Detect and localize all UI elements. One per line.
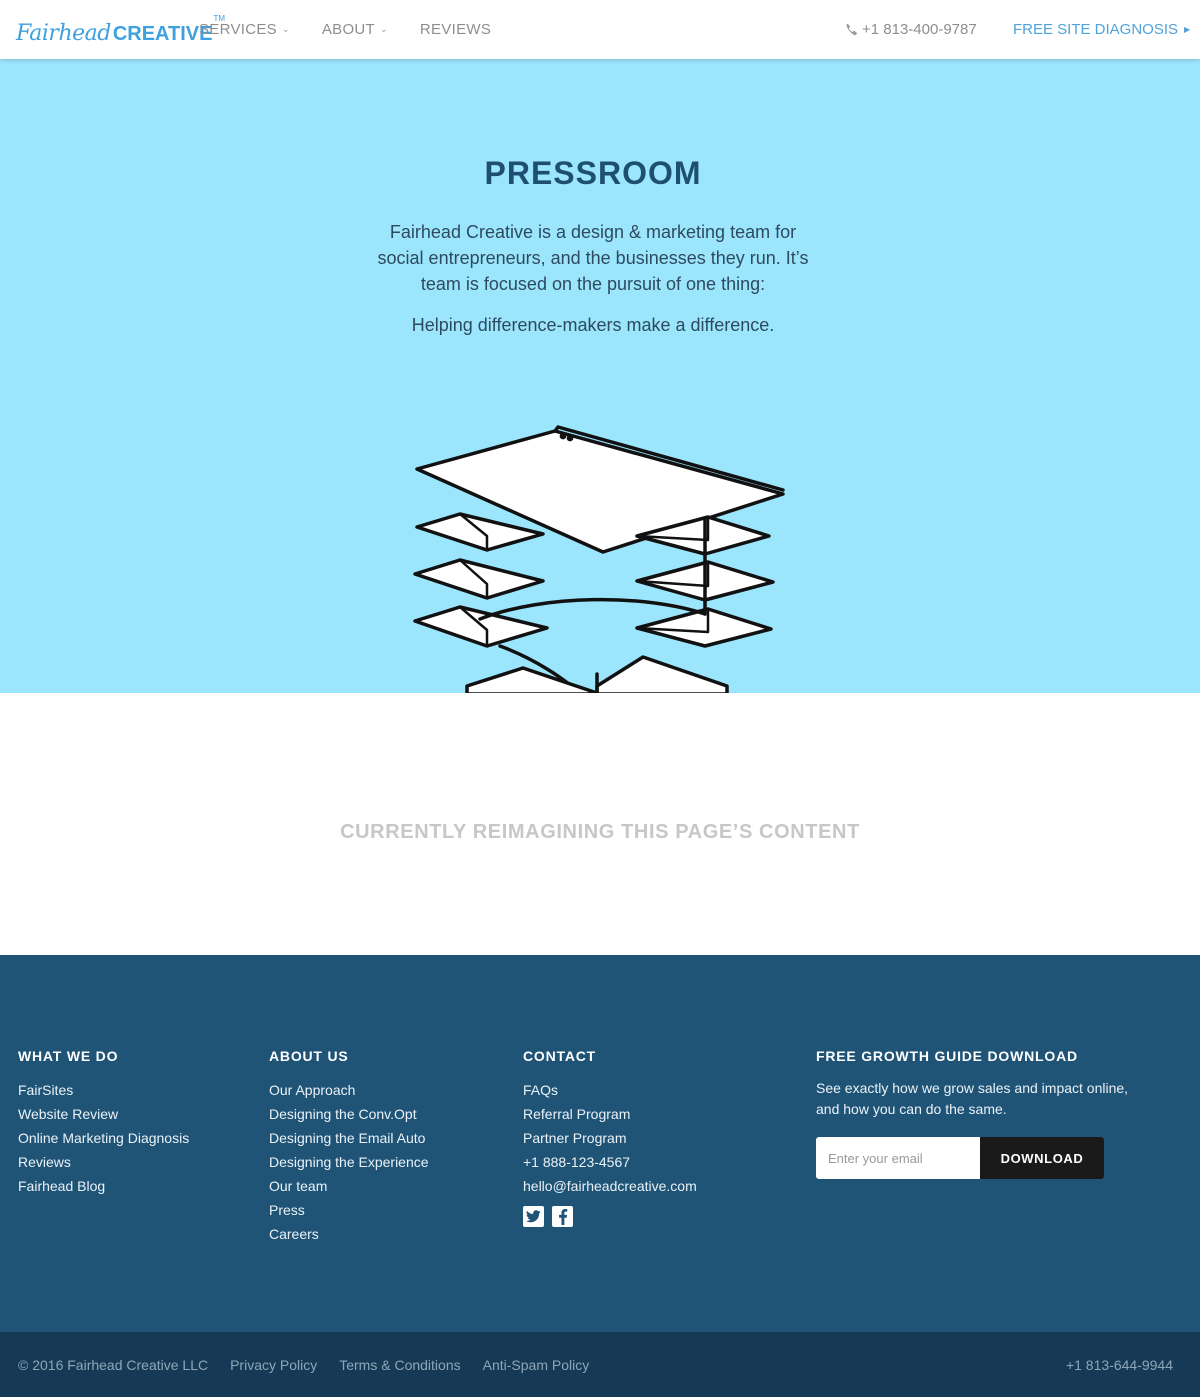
legal-links: © 2016 Fairhead Creative LLC Privacy Pol… — [18, 1332, 611, 1397]
social-links — [523, 1206, 697, 1227]
bottom-phone[interactable]: +1 813-644-9944 — [1066, 1332, 1173, 1397]
footer-link-press[interactable]: Press — [269, 1198, 429, 1222]
site-header: Fairhead CREATIVE TM SERVICES ⌄ ABOUT ⌄ … — [0, 0, 1200, 59]
email-field[interactable] — [816, 1137, 980, 1179]
footer-link-partner[interactable]: Partner Program — [523, 1126, 697, 1150]
footer-link-faqs[interactable]: FAQs — [523, 1078, 697, 1102]
hero-section: PRESSROOM Fairhead Creative is a design … — [0, 59, 1200, 693]
hero-description: Fairhead Creative is a design & marketin… — [377, 222, 809, 294]
free-site-diagnosis-link[interactable]: FREE SITE DIAGNOSIS ▶ — [1013, 0, 1190, 59]
footer-about-us: ABOUT US Our Approach Designing the Conv… — [269, 1048, 429, 1246]
nav-services[interactable]: SERVICES ⌄ — [199, 21, 290, 38]
envelopes-illustration — [413, 425, 785, 693]
footer-link-phone[interactable]: +1 888-123-4567 — [523, 1150, 697, 1174]
nav-about[interactable]: ABOUT ⌄ — [322, 21, 388, 38]
footer-growth-guide: FREE GROWTH GUIDE DOWNLOAD See exactly h… — [816, 1048, 1136, 1179]
phone-icon — [846, 23, 858, 36]
page-title: PRESSROOM — [484, 155, 702, 191]
footer-link-our-approach[interactable]: Our Approach — [269, 1078, 429, 1102]
nav-reviews[interactable]: REVIEWS — [420, 21, 491, 38]
nav-about-label: ABOUT — [321, 21, 376, 38]
placeholder-message: CURRENTLY REIMAGINING THIS PAGE’S CONTEN… — [340, 821, 860, 843]
footer-link-fairsites[interactable]: FairSites — [18, 1078, 189, 1102]
footer-link-experience[interactable]: Designing the Experience — [269, 1150, 429, 1174]
cta-label: FREE SITE DIAGNOSIS — [1013, 21, 1179, 38]
logo-script: Fairhead — [16, 21, 111, 46]
footer-link-email-auto[interactable]: Designing the Email Auto — [269, 1126, 429, 1150]
footer-link-careers[interactable]: Careers — [269, 1222, 429, 1246]
site-footer: WHAT WE DO FairSites Website Review Onli… — [0, 955, 1200, 1332]
footer-heading: ABOUT US — [269, 1048, 349, 1064]
terms-link[interactable]: Terms & Conditions — [339, 1357, 460, 1373]
footer-link-online-marketing-diagnosis[interactable]: Online Marketing Diagnosis — [18, 1126, 189, 1150]
nav-services-label: SERVICES — [199, 21, 277, 38]
logo[interactable]: Fairhead CREATIVE TM — [16, 12, 225, 46]
facebook-icon[interactable] — [552, 1206, 573, 1227]
footer-heading: WHAT WE DO — [18, 1048, 119, 1064]
caret-right-icon: ▶ — [1184, 25, 1191, 34]
footer-link-website-review[interactable]: Website Review — [18, 1102, 189, 1126]
anti-spam-link[interactable]: Anti-Spam Policy — [483, 1357, 590, 1373]
copyright: © 2016 Fairhead Creative LLC — [18, 1356, 209, 1373]
bottom-bar: © 2016 Fairhead Creative LLC Privacy Pol… — [0, 1332, 1200, 1397]
footer-link-reviews[interactable]: Reviews — [18, 1150, 189, 1174]
footer-contact: CONTACT FAQs Referral Program Partner Pr… — [523, 1048, 697, 1227]
nav-reviews-label: REVIEWS — [419, 21, 492, 38]
footer-heading: FREE GROWTH GUIDE DOWNLOAD — [816, 1048, 1078, 1064]
footer-what-we-do: WHAT WE DO FairSites Website Review Onli… — [18, 1048, 189, 1198]
main-nav: SERVICES ⌄ ABOUT ⌄ REVIEWS — [199, 0, 523, 59]
download-button[interactable]: DOWNLOAD — [980, 1137, 1104, 1179]
footer-link-referral[interactable]: Referral Program — [523, 1102, 697, 1126]
twitter-icon[interactable] — [523, 1206, 544, 1227]
footer-heading: CONTACT — [523, 1048, 596, 1064]
header-phone[interactable]: +1 813-400-9787 — [845, 0, 977, 59]
chevron-down-icon: ⌄ — [380, 24, 388, 34]
footer-link-our-team[interactable]: Our team — [269, 1174, 429, 1198]
header-phone-number: +1 813-400-9787 — [862, 21, 977, 38]
guide-description: See exactly how we grow sales and impact… — [816, 1080, 1129, 1117]
footer-link-conv-opt[interactable]: Designing the Conv.Opt — [269, 1102, 429, 1126]
chevron-down-icon: ⌄ — [282, 24, 290, 34]
footer-link-blog[interactable]: Fairhead Blog — [18, 1174, 189, 1198]
hero-tagline: Helping difference-makers make a differe… — [411, 315, 775, 335]
guide-signup-form: DOWNLOAD — [816, 1137, 1136, 1179]
footer-link-email[interactable]: hello@fairheadcreative.com — [523, 1174, 697, 1198]
privacy-policy-link[interactable]: Privacy Policy — [230, 1357, 317, 1373]
logo-wordmark: CREATIVE — [112, 23, 213, 45]
